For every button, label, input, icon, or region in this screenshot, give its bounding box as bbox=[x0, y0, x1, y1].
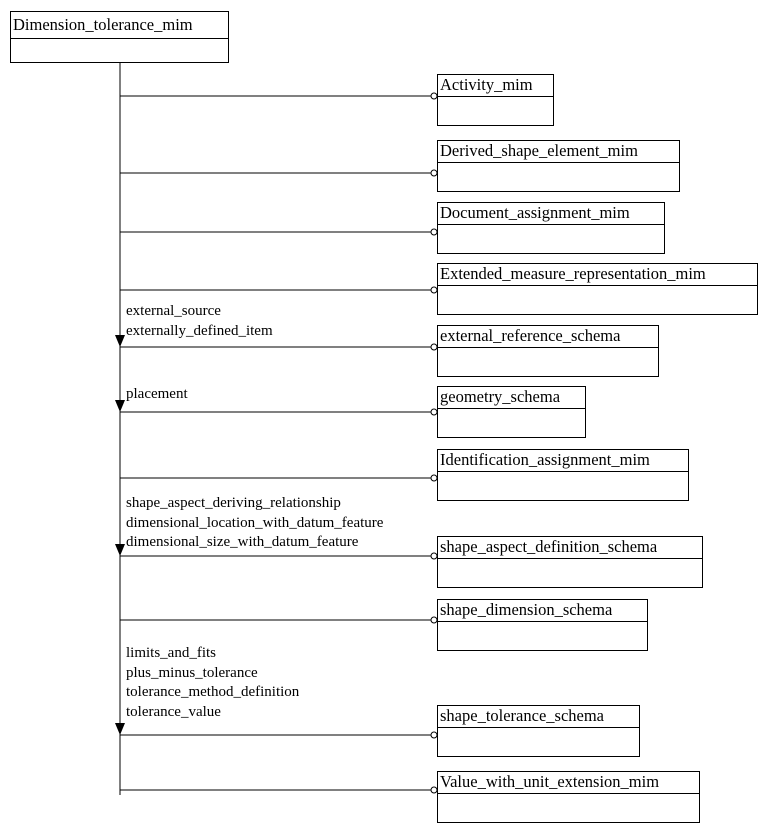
schema-name: shape_tolerance_schema bbox=[438, 706, 639, 728]
schema-box-body bbox=[438, 163, 679, 191]
root-schema-body bbox=[11, 39, 228, 62]
schema-box[interactable]: shape_aspect_definition_schema bbox=[437, 536, 703, 588]
branch-label-text: dimensional_location_with_datum_feature bbox=[126, 514, 384, 531]
schema-box-body bbox=[438, 348, 658, 376]
schema-box[interactable]: Value_with_unit_extension_mim bbox=[437, 771, 700, 823]
schema-name: Derived_shape_element_mim bbox=[438, 141, 679, 163]
schema-box-body bbox=[438, 97, 553, 125]
schema-box-body bbox=[438, 225, 664, 253]
root-schema-name: Dimension_tolerance_mim bbox=[11, 12, 228, 39]
branch-label-text: dimensional_size_with_datum_feature bbox=[126, 534, 359, 550]
schema-name: shape_aspect_definition_schema bbox=[438, 537, 702, 559]
schema-name: Value_with_unit_extension_mim bbox=[438, 772, 699, 794]
branch-label-text: externally_defined_item bbox=[126, 322, 273, 339]
schema-box-body bbox=[438, 559, 702, 587]
branch-label-text: external_source bbox=[126, 303, 221, 319]
schema-box[interactable]: Identification_assignment_mim bbox=[437, 449, 689, 501]
branch-label-group: shape_aspect_deriving_relationshipdimens… bbox=[126, 494, 383, 553]
branch-arrowhead bbox=[115, 544, 125, 556]
schema-name: external_reference_schema bbox=[438, 326, 658, 348]
schema-box[interactable]: shape_tolerance_schema bbox=[437, 705, 640, 757]
schema-box[interactable]: Activity_mim bbox=[437, 74, 554, 126]
branch-arrowhead bbox=[115, 723, 125, 735]
schema-box[interactable]: Derived_shape_element_mim bbox=[437, 140, 680, 192]
branch-label-text: tolerance_method_definition bbox=[126, 684, 300, 700]
schema-reference-diagram: Dimension_tolerance_mim Activity_mim Deri… bbox=[0, 0, 768, 835]
schema-name: geometry_schema bbox=[438, 387, 585, 409]
branch-label-text: tolerance_value bbox=[126, 703, 221, 720]
schema-name: Activity_mim bbox=[438, 75, 553, 97]
branch-label-group: limits_and_fits plus_minus_tolerancetoler… bbox=[126, 644, 299, 722]
schema-box[interactable]: geometry_schema bbox=[437, 386, 586, 438]
schema-name: Document_assignment_mim bbox=[438, 203, 664, 225]
branch-label-text: shape_aspect_deriving_relationship bbox=[126, 495, 341, 511]
schema-box-body bbox=[438, 409, 585, 437]
connector-lines bbox=[115, 63, 438, 795]
schema-name: Identification_assignment_mim bbox=[438, 450, 688, 472]
schema-box[interactable]: Document_assignment_mim bbox=[437, 202, 665, 254]
branch-arrowhead bbox=[115, 335, 125, 347]
schema-box[interactable]: Extended_measure_representation_mim bbox=[437, 263, 758, 315]
schema-name: Extended_measure_representation_mim bbox=[438, 264, 757, 286]
branch-label-text: placement bbox=[126, 386, 188, 402]
schema-box-body bbox=[438, 728, 639, 756]
branch-label-group: external_source externally_defined_item bbox=[126, 302, 273, 341]
schema-box-body bbox=[438, 622, 647, 650]
schema-box-body bbox=[438, 794, 699, 822]
schema-box[interactable]: external_reference_schema bbox=[437, 325, 659, 377]
schema-box[interactable]: shape_dimension_schema bbox=[437, 599, 648, 651]
branch-label-text: limits_and_fits bbox=[126, 645, 216, 661]
schema-name: shape_dimension_schema bbox=[438, 600, 647, 622]
branch-label-group: placement bbox=[126, 385, 188, 405]
branch-arrowhead bbox=[115, 400, 125, 412]
root-schema-box[interactable]: Dimension_tolerance_mim bbox=[10, 11, 229, 63]
branch-label-text: plus_minus_tolerance bbox=[126, 664, 258, 681]
schema-box-body bbox=[438, 286, 757, 314]
schema-box-body bbox=[438, 472, 688, 500]
